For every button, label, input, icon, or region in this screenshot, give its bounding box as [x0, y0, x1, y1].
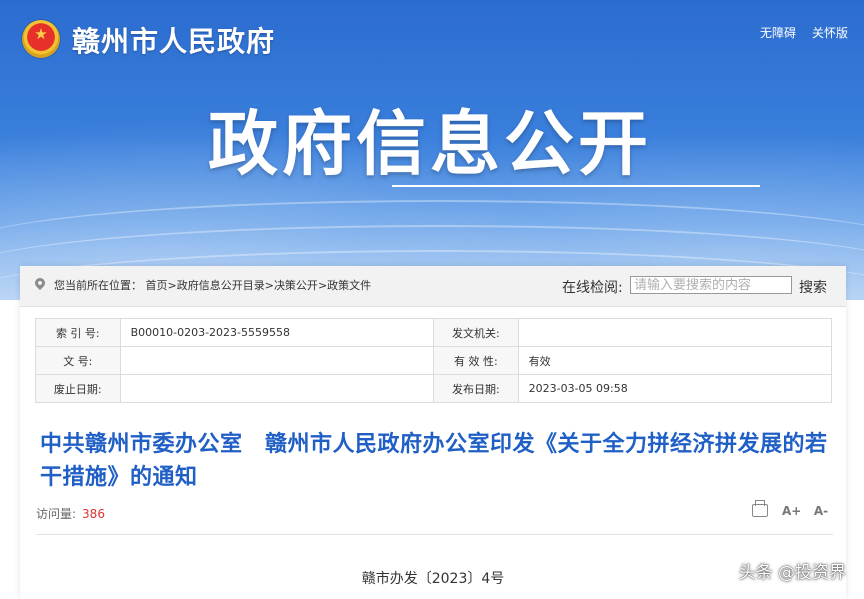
- breadcrumb-separator: >: [167, 279, 177, 292]
- document-number: 赣市办发〔2023〕4号: [361, 571, 505, 587]
- meta-key-publish-date: 发布日期:: [433, 374, 519, 403]
- print-button[interactable]: [752, 500, 770, 520]
- breadcrumb-bar: 您当前所在位置： 首页>政府信息公开目录>决策公开>政策文件 在线检阅: 搜索: [20, 266, 846, 307]
- breadcrumb-prefix: 您当前所在位置：: [54, 279, 142, 292]
- search-label: 在线检阅:: [562, 280, 623, 296]
- search-input[interactable]: [630, 276, 792, 294]
- meta-value-doc-number: [119, 346, 435, 375]
- meta-key-issuer: 发文机关:: [433, 318, 519, 347]
- hero-underline: [392, 185, 760, 187]
- breadcrumb-policy-documents[interactable]: 政策文件: [327, 279, 371, 292]
- search-button[interactable]: 搜索: [799, 277, 827, 297]
- top-links: 无障碍 关怀版: [760, 24, 848, 41]
- visit-count: 访问量: 386: [36, 505, 105, 522]
- meta-value-publish-date: 2023-03-05 09:58: [517, 374, 833, 403]
- meta-value-validity: 有效: [517, 346, 833, 375]
- accessibility-link[interactable]: 无障碍: [760, 24, 796, 41]
- watermark: 头条 @投资界: [738, 563, 846, 583]
- article-tools: A+ A-: [752, 500, 830, 520]
- meta-key-doc-number: 文 号:: [35, 346, 121, 375]
- meta-key-index: 索 引 号:: [35, 318, 121, 347]
- table-row: 索 引 号: B00010-0203-2023-5559558 发文机关:: [35, 318, 833, 347]
- visit-count-label: 访问量:: [36, 507, 77, 521]
- meta-value-issuer: [517, 318, 833, 347]
- visit-count-value: 386: [82, 507, 105, 521]
- care-mode-link[interactable]: 关怀版: [812, 24, 848, 41]
- table-row: 文 号: 有 效 性: 有效: [35, 346, 833, 375]
- content-panel: 您当前所在位置： 首页>政府信息公开目录>决策公开>政策文件 在线检阅: 搜索 …: [20, 266, 846, 599]
- font-decrease-button[interactable]: A-: [812, 502, 830, 520]
- divider: [36, 534, 833, 535]
- document-title: 中共赣州市委办公室 赣州市人民政府办公室印发《关于全力拼经济拼发展的若干措施》的…: [40, 432, 828, 490]
- table-row: 废止日期: 发布日期: 2023-03-05 09:58: [35, 374, 833, 403]
- site-name[interactable]: 赣州市人民政府: [72, 20, 275, 60]
- breadcrumb-separator: >: [264, 279, 274, 292]
- header-banner: 赣州市人民政府 无障碍 关怀版 政府信息公开: [0, 0, 864, 300]
- breadcrumb: 您当前所在位置： 首页>政府信息公开目录>决策公开>政策文件: [54, 277, 371, 293]
- breadcrumb-separator: >: [317, 279, 328, 292]
- printer-icon: [752, 500, 768, 517]
- meta-key-expiry: 废止日期:: [35, 374, 121, 403]
- hero-title: 政府信息公开: [208, 103, 652, 185]
- document-meta-table: 索 引 号: B00010-0203-2023-5559558 发文机关: 文 …: [35, 318, 833, 403]
- meta-value-expiry: [119, 374, 435, 403]
- font-increase-button[interactable]: A+: [782, 502, 801, 520]
- breadcrumb-decision-disclosure[interactable]: 决策公开: [274, 279, 318, 292]
- breadcrumb-home[interactable]: 首页: [146, 279, 168, 292]
- national-emblem-icon: [22, 20, 60, 58]
- location-pin-icon: [32, 275, 48, 291]
- meta-value-index: B00010-0203-2023-5559558: [119, 318, 435, 347]
- breadcrumb-disclosure-catalog[interactable]: 政府信息公开目录: [177, 279, 265, 292]
- meta-key-validity: 有 效 性:: [433, 346, 519, 375]
